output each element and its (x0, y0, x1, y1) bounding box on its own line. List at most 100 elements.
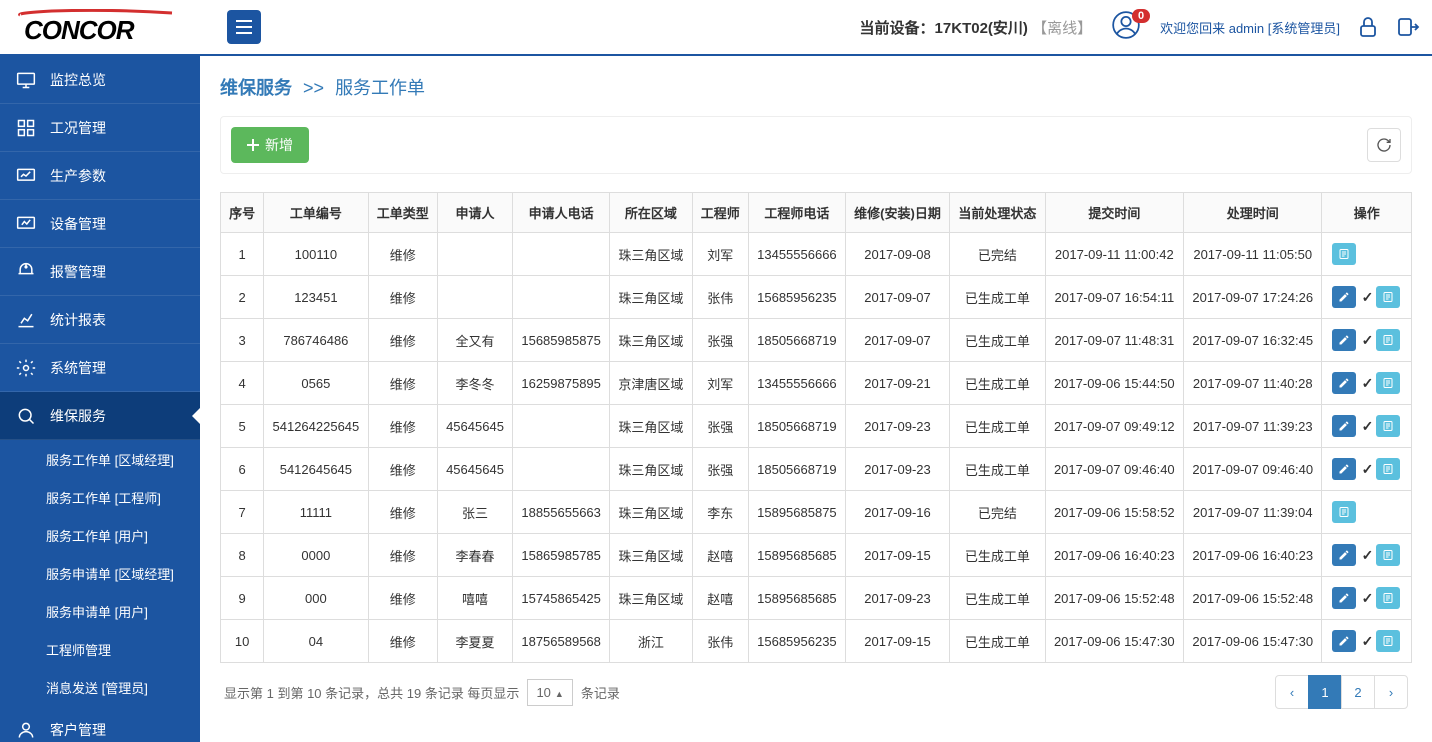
cell: 珠三角区域 (610, 491, 692, 534)
nav-item-5[interactable]: 统计报表 (0, 296, 200, 344)
nav-item-1[interactable]: 工况管理 (0, 104, 200, 152)
check-icon: ✓ (1358, 418, 1376, 435)
page-button[interactable]: 2 (1341, 675, 1375, 709)
cell: 刘军 (692, 233, 748, 276)
table-row: 5541264225645维修45645645珠三角区域张强1850566871… (221, 405, 1412, 448)
add-button[interactable]: 新增 (231, 127, 309, 163)
lock-icon[interactable] (1356, 15, 1380, 39)
cell: 2 (221, 276, 264, 319)
cell: 维修 (368, 405, 437, 448)
cell: 2017-09-07 16:32:45 (1184, 319, 1322, 362)
cell: 10 (221, 620, 264, 663)
cell (513, 233, 610, 276)
cell: 15685956235 (748, 620, 845, 663)
edit-button[interactable] (1332, 458, 1356, 480)
cell: 123451 (264, 276, 368, 319)
user-avatar[interactable]: 0 (1112, 11, 1144, 43)
sub-nav-item-2[interactable]: 服务工作单 [用户] (0, 516, 200, 554)
nav-item-2[interactable]: 生产参数 (0, 152, 200, 200)
column-header: 提交时间 (1045, 193, 1183, 233)
page-button[interactable]: ‹ (1275, 675, 1309, 709)
nav-label: 统计报表 (50, 310, 106, 330)
refresh-button[interactable] (1367, 128, 1401, 162)
nav-item-8[interactable]: 客户管理 (0, 706, 200, 742)
sub-nav-item-6[interactable]: 消息发送 [管理员] (0, 668, 200, 706)
header: CONCOR 当前设备：17KT02(安川) 【离线】 0 欢迎您回来 admi… (0, 0, 1432, 56)
sub-nav-item-5[interactable]: 工程师管理 (0, 630, 200, 668)
cell: 张强 (692, 405, 748, 448)
cell: 2017-09-16 (845, 491, 949, 534)
cell: 4 (221, 362, 264, 405)
sub-nav-item-0[interactable]: 服务工作单 [区域经理] (0, 440, 200, 478)
cell: 赵嘻 (692, 534, 748, 577)
page-button[interactable]: › (1374, 675, 1408, 709)
cell: 2017-09-11 11:05:50 (1184, 233, 1322, 276)
view-button[interactable] (1376, 286, 1400, 308)
cell: 珠三角区域 (610, 276, 692, 319)
cell: 2017-09-06 15:58:52 (1045, 491, 1183, 534)
cell: 2017-09-15 (845, 534, 949, 577)
cell: 18505668719 (748, 405, 845, 448)
cell: 13455556666 (748, 233, 845, 276)
nav-item-0[interactable]: 监控总览 (0, 56, 200, 104)
view-button[interactable] (1332, 501, 1356, 523)
menu-toggle-button[interactable] (227, 10, 261, 44)
view-button[interactable] (1376, 329, 1400, 351)
page-button[interactable]: 1 (1308, 675, 1342, 709)
edit-button[interactable] (1332, 372, 1356, 394)
nav-item-4[interactable]: 报警管理 (0, 248, 200, 296)
action-cell: ✓ (1322, 577, 1412, 620)
view-button[interactable] (1376, 544, 1400, 566)
edit-button[interactable] (1332, 329, 1356, 351)
cell: 珠三角区域 (610, 233, 692, 276)
cell: 15865985785 (513, 534, 610, 577)
cell: 已完结 (950, 233, 1046, 276)
view-button[interactable] (1376, 372, 1400, 394)
logout-icon[interactable] (1396, 15, 1420, 39)
action-cell: ✓ (1322, 362, 1412, 405)
edit-button[interactable] (1332, 587, 1356, 609)
edit-button[interactable] (1332, 286, 1356, 308)
chart-icon (16, 166, 36, 186)
view-button[interactable] (1376, 415, 1400, 437)
cell: 维修 (368, 491, 437, 534)
cell (513, 405, 610, 448)
nav-item-3[interactable]: 设备管理 (0, 200, 200, 248)
action-cell: ✓ (1322, 276, 1412, 319)
breadcrumb: 维保服务 >> 服务工作单 (220, 74, 1412, 100)
nav-item-6[interactable]: 系统管理 (0, 344, 200, 392)
cell: 2017-09-15 (845, 620, 949, 663)
cell: 珠三角区域 (610, 534, 692, 577)
sub-nav-item-4[interactable]: 服务申请单 [用户] (0, 592, 200, 630)
cell: 2017-09-06 15:52:48 (1045, 577, 1183, 620)
view-button[interactable] (1376, 458, 1400, 480)
breadcrumb-main: 维保服务 (220, 78, 292, 98)
action-cell: ✓ (1322, 319, 1412, 362)
edit-button[interactable] (1332, 544, 1356, 566)
nav-item-7[interactable]: 维保服务 (0, 392, 200, 440)
edit-button[interactable] (1332, 415, 1356, 437)
edit-button[interactable] (1332, 630, 1356, 652)
cell: 维修 (368, 577, 437, 620)
cell: 3 (221, 319, 264, 362)
cell: 45645645 (437, 405, 512, 448)
view-button[interactable] (1376, 587, 1400, 609)
view-button[interactable] (1332, 243, 1356, 265)
sub-nav-item-3[interactable]: 服务申请单 [区域经理] (0, 554, 200, 592)
cell: 嘻嘻 (437, 577, 512, 620)
sub-nav-item-1[interactable]: 服务工作单 [工程师] (0, 478, 200, 516)
cell: 2017-09-06 16:40:23 (1184, 534, 1322, 577)
customer-icon (16, 720, 36, 740)
view-button[interactable] (1376, 630, 1400, 652)
welcome-text: 欢迎您回来 admin [系统管理员] (1160, 18, 1340, 37)
cell: 2017-09-06 15:47:30 (1184, 620, 1322, 663)
pagination: ‹12› (1276, 675, 1408, 709)
cell: 已生成工单 (950, 620, 1046, 663)
cell: 已完结 (950, 491, 1046, 534)
user-area: 0 欢迎您回来 admin [系统管理员] (1112, 11, 1420, 43)
cell: 2017-09-07 09:46:40 (1184, 448, 1322, 491)
logo: CONCOR (12, 9, 227, 45)
column-header: 工程师电话 (748, 193, 845, 233)
page-size-select[interactable]: 10▲ (527, 679, 572, 706)
cell: 5 (221, 405, 264, 448)
